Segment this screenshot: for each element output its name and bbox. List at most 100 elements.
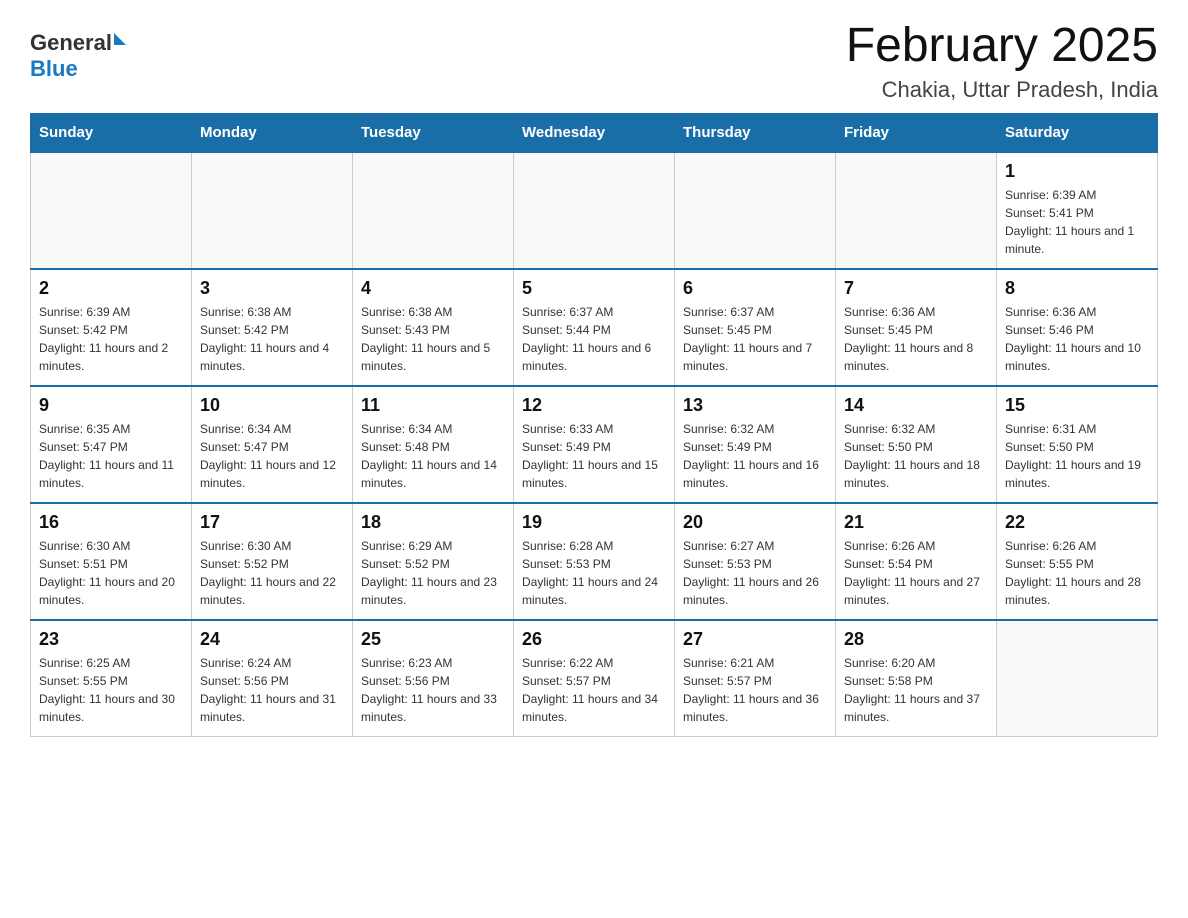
page-header: General Blue February 2025 Chakia, Uttar… [30,20,1158,103]
calendar-cell: 23 Sunrise: 6:25 AMSunset: 5:55 PMDayligh… [31,620,192,737]
calendar-cell: 9Sunrise: 6:35 AMSunset: 5:47 PMDaylight… [31,386,192,503]
day-number: 18 [361,512,505,533]
calendar-cell [997,620,1158,737]
day-number: 15 [1005,395,1149,416]
day-header-monday: Monday [192,113,353,152]
calendar-cell: 1Sunrise: 6:39 AMSunset: 5:41 PMDaylight… [997,152,1158,269]
calendar-cell [31,152,192,269]
day-number: 24 [200,629,344,650]
day-info: Sunrise: 6:37 AMSunset: 5:44 PMDaylight:… [522,303,666,375]
day-header-saturday: Saturday [997,113,1158,152]
day-number: 21 [844,512,988,533]
logo-general-text: General [30,30,112,56]
day-number: 25 [361,629,505,650]
calendar-cell: 16 Sunrise: 6:30 AMSunset: 5:51 PMDayligh… [31,503,192,620]
day-number: 20 [683,512,827,533]
day-header-friday: Friday [836,113,997,152]
day-info: Sunrise: 6:30 AMSunset: 5:51 PMDaylight:… [39,537,183,609]
day-number: 19 [522,512,666,533]
calendar-week-row: 23 Sunrise: 6:25 AMSunset: 5:55 PMDayligh… [31,620,1158,737]
day-info: Sunrise: 6:30 AMSunset: 5:52 PMDaylight:… [200,537,344,609]
day-header-tuesday: Tuesday [353,113,514,152]
day-number: 12 [522,395,666,416]
day-info: Sunrise: 6:22 AMSunset: 5:57 PMDaylight:… [522,654,666,726]
day-info: Sunrise: 6:26 AMSunset: 5:55 PMDaylight:… [1005,537,1149,609]
calendar-cell: 22 Sunrise: 6:26 AMSunset: 5:55 PMDayligh… [997,503,1158,620]
calendar-cell: 10 Sunrise: 6:34 AMSunset: 5:47 PMDayligh… [192,386,353,503]
day-info: Sunrise: 6:33 AMSunset: 5:49 PMDaylight:… [522,420,666,492]
calendar-cell: 4 Sunrise: 6:38 AMSunset: 5:43 PMDaylight… [353,269,514,386]
calendar-cell: 24Sunrise: 6:24 AMSunset: 5:56 PMDayligh… [192,620,353,737]
location-title: Chakia, Uttar Pradesh, India [846,77,1158,103]
day-info: Sunrise: 6:38 AMSunset: 5:42 PMDaylight:… [200,303,344,375]
day-number: 7 [844,278,988,299]
day-info: Sunrise: 6:20 AMSunset: 5:58 PMDaylight:… [844,654,988,726]
calendar-cell: 7 Sunrise: 6:36 AMSunset: 5:45 PMDaylight… [836,269,997,386]
calendar-cell [836,152,997,269]
calendar-cell [675,152,836,269]
month-title: February 2025 [846,20,1158,73]
calendar-week-row: 1Sunrise: 6:39 AMSunset: 5:41 PMDaylight… [31,152,1158,269]
calendar-cell: 2 Sunrise: 6:39 AMSunset: 5:42 PMDaylight… [31,269,192,386]
day-number: 1 [1005,161,1149,182]
day-number: 10 [200,395,344,416]
day-number: 14 [844,395,988,416]
calendar-cell [514,152,675,269]
calendar-cell: 15 Sunrise: 6:31 AMSunset: 5:50 PMDayligh… [997,386,1158,503]
day-info: Sunrise: 6:36 AMSunset: 5:46 PMDaylight:… [1005,303,1149,375]
day-header-wednesday: Wednesday [514,113,675,152]
day-info: Sunrise: 6:32 AMSunset: 5:50 PMDaylight:… [844,420,988,492]
calendar-cell: 14 Sunrise: 6:32 AMSunset: 5:50 PMDayligh… [836,386,997,503]
day-header-thursday: Thursday [675,113,836,152]
day-number: 5 [522,278,666,299]
calendar-cell: 5 Sunrise: 6:37 AMSunset: 5:44 PMDaylight… [514,269,675,386]
day-header-sunday: Sunday [31,113,192,152]
calendar-cell: 27 Sunrise: 6:21 AMSunset: 5:57 PMDayligh… [675,620,836,737]
day-info: Sunrise: 6:29 AMSunset: 5:52 PMDaylight:… [361,537,505,609]
day-number: 2 [39,278,183,299]
calendar-cell: 3 Sunrise: 6:38 AMSunset: 5:42 PMDaylight… [192,269,353,386]
day-info: Sunrise: 6:25 AMSunset: 5:55 PMDaylight:… [39,654,183,726]
calendar-cell: 25Sunrise: 6:23 AMSunset: 5:56 PMDayligh… [353,620,514,737]
calendar-cell: 21 Sunrise: 6:26 AMSunset: 5:54 PMDayligh… [836,503,997,620]
calendar-week-row: 2 Sunrise: 6:39 AMSunset: 5:42 PMDaylight… [31,269,1158,386]
calendar-table: SundayMondayTuesdayWednesdayThursdayFrid… [30,113,1158,737]
day-number: 13 [683,395,827,416]
day-info: Sunrise: 6:32 AMSunset: 5:49 PMDaylight:… [683,420,827,492]
day-info: Sunrise: 6:38 AMSunset: 5:43 PMDaylight:… [361,303,505,375]
day-info: Sunrise: 6:36 AMSunset: 5:45 PMDaylight:… [844,303,988,375]
day-info: Sunrise: 6:31 AMSunset: 5:50 PMDaylight:… [1005,420,1149,492]
day-info: Sunrise: 6:26 AMSunset: 5:54 PMDaylight:… [844,537,988,609]
day-number: 22 [1005,512,1149,533]
calendar-cell: 6Sunrise: 6:37 AMSunset: 5:45 PMDaylight… [675,269,836,386]
day-number: 3 [200,278,344,299]
calendar-week-row: 9Sunrise: 6:35 AMSunset: 5:47 PMDaylight… [31,386,1158,503]
day-info: Sunrise: 6:39 AMSunset: 5:42 PMDaylight:… [39,303,183,375]
calendar-cell: 26 Sunrise: 6:22 AMSunset: 5:57 PMDayligh… [514,620,675,737]
calendar-cell: 28Sunrise: 6:20 AMSunset: 5:58 PMDayligh… [836,620,997,737]
calendar-cell: 8 Sunrise: 6:36 AMSunset: 5:46 PMDaylight… [997,269,1158,386]
calendar-cell [353,152,514,269]
day-info: Sunrise: 6:21 AMSunset: 5:57 PMDaylight:… [683,654,827,726]
logo-blue-text: Blue [30,56,126,82]
calendar-cell: 11Sunrise: 6:34 AMSunset: 5:48 PMDayligh… [353,386,514,503]
day-info: Sunrise: 6:28 AMSunset: 5:53 PMDaylight:… [522,537,666,609]
day-number: 17 [200,512,344,533]
calendar-cell: 12 Sunrise: 6:33 AMSunset: 5:49 PMDayligh… [514,386,675,503]
day-number: 4 [361,278,505,299]
day-number: 27 [683,629,827,650]
calendar-header-row: SundayMondayTuesdayWednesdayThursdayFrid… [31,113,1158,152]
title-section: February 2025 Chakia, Uttar Pradesh, Ind… [846,20,1158,103]
day-info: Sunrise: 6:34 AMSunset: 5:48 PMDaylight:… [361,420,505,492]
calendar-cell: 13 Sunrise: 6:32 AMSunset: 5:49 PMDayligh… [675,386,836,503]
day-number: 26 [522,629,666,650]
calendar-cell: 18 Sunrise: 6:29 AMSunset: 5:52 PMDayligh… [353,503,514,620]
day-info: Sunrise: 6:34 AMSunset: 5:47 PMDaylight:… [200,420,344,492]
day-number: 8 [1005,278,1149,299]
calendar-week-row: 16 Sunrise: 6:30 AMSunset: 5:51 PMDayligh… [31,503,1158,620]
day-number: 23 [39,629,183,650]
day-info: Sunrise: 6:35 AMSunset: 5:47 PMDaylight:… [39,420,183,492]
calendar-cell: 17 Sunrise: 6:30 AMSunset: 5:52 PMDayligh… [192,503,353,620]
logo: General Blue [30,20,126,82]
day-number: 16 [39,512,183,533]
